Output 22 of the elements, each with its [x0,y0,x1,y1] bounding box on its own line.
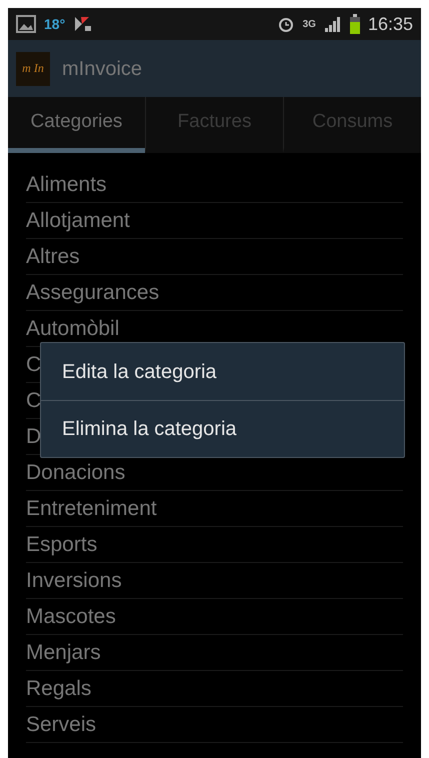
category-item[interactable]: Aliments [26,167,403,203]
category-item[interactable]: Menjars [26,635,403,671]
menu-item[interactable]: Elimina la categoria [41,400,404,457]
picture-icon [16,15,36,33]
clock: 16:35 [368,12,413,36]
category-item[interactable]: Entreteniment [26,491,403,527]
category-item[interactable]: Altres [26,239,403,275]
category-item[interactable]: Assegurances [26,275,403,311]
battery-icon [350,14,360,34]
category-item[interactable]: Regals [26,671,403,707]
alarm-icon [276,15,295,33]
category-item[interactable]: Allotjament [26,203,403,239]
tab[interactable]: Categories [8,97,145,153]
category-item[interactable]: Mascotes [26,599,403,635]
app-logo: m In [16,52,50,86]
signal-icon [324,15,342,33]
category-item[interactable]: Serveis [26,707,403,743]
category-item[interactable]: Esports [26,527,403,563]
network-type: 3G [302,18,316,32]
temperature: 18° [44,14,66,34]
category-item[interactable]: Inversions [26,563,403,599]
app-title: mInvoice [62,56,142,82]
